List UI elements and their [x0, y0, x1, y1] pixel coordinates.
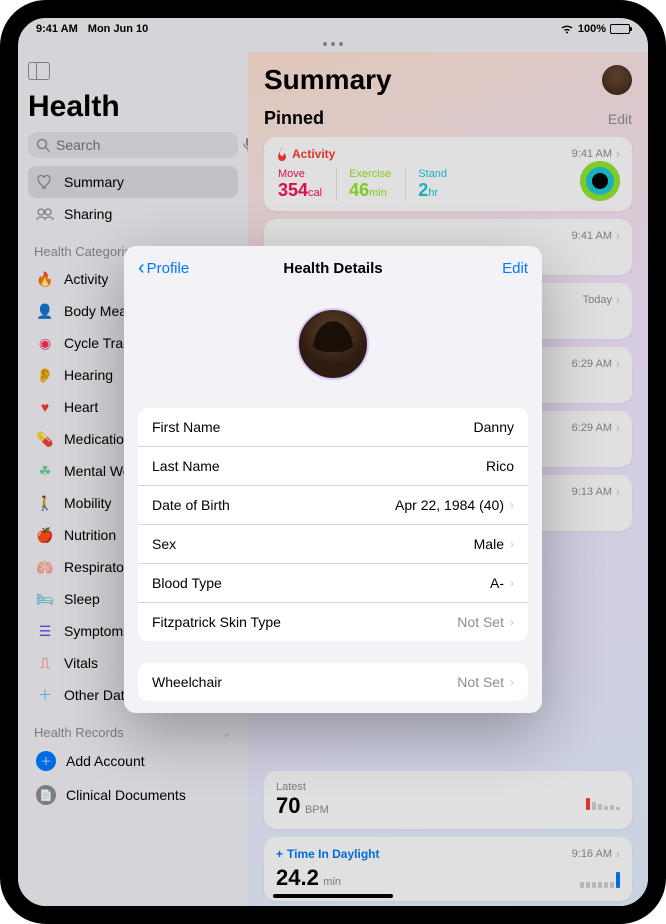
detail-row-first-name: First Name Danny	[138, 408, 528, 447]
chevron-right-icon: ›	[510, 576, 514, 590]
detail-row-sex[interactable]: Sex Male ›	[138, 525, 528, 564]
chevron-right-icon: ›	[510, 615, 514, 629]
detail-row-date-of-birth[interactable]: Date of Birth Apr 22, 1984 (40) ›	[138, 486, 528, 525]
detail-row-fitzpatrick-skin-type[interactable]: Fitzpatrick Skin Type Not Set ›	[138, 603, 528, 641]
details-group: First Name Danny Last Name Rico Date of …	[138, 408, 528, 641]
detail-row-blood-type[interactable]: Blood Type A- ›	[138, 564, 528, 603]
wheelchair-group: Wheelchair Not Set ›	[138, 663, 528, 701]
chevron-right-icon: ›	[510, 498, 514, 512]
detail-row-last-name: Last Name Rico	[138, 447, 528, 486]
health-details-sheet: ‹ Profile Health Details Edit First Name…	[124, 246, 542, 713]
profile-photo[interactable]	[297, 308, 369, 380]
chevron-right-icon: ›	[510, 537, 514, 551]
chevron-right-icon: ›	[510, 675, 514, 689]
device-frame: 9:41 AM Mon Jun 10 100% Health	[0, 0, 666, 924]
wheelchair-row[interactable]: Wheelchair Not Set ›	[138, 663, 528, 701]
back-button[interactable]: ‹ Profile	[138, 258, 189, 278]
sheet-edit-button[interactable]: Edit	[502, 260, 528, 277]
chevron-left-icon: ‹	[138, 258, 145, 278]
sheet-title: Health Details	[283, 260, 382, 277]
